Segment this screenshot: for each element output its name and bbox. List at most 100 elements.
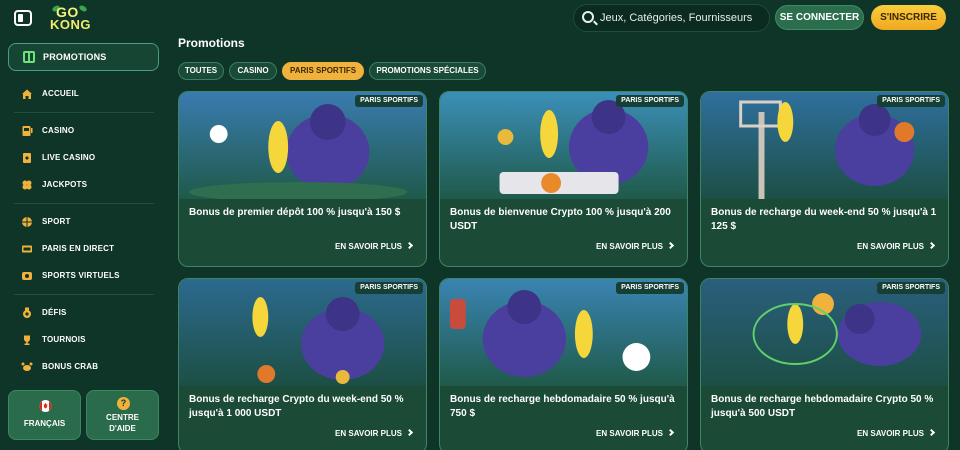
virtual-sports-icon bbox=[22, 272, 32, 280]
sidebar-item-label: SPORT bbox=[42, 217, 71, 226]
category-badge: PARIS SPORTIFS bbox=[877, 95, 945, 107]
promo-card[interactable]: PARIS SPORTIFS Bonus de premier dépôt 10… bbox=[178, 91, 427, 267]
help-icon: ? bbox=[117, 397, 130, 410]
sidebar-item-live-casino[interactable]: LIVE CASINO bbox=[0, 148, 168, 168]
help-label-line2: D'AIDE bbox=[109, 424, 136, 433]
search-icon bbox=[582, 11, 594, 23]
chevron-right-icon bbox=[666, 428, 675, 437]
leaf-icon bbox=[78, 4, 88, 13]
sidebar-item-label: PROMOTIONS bbox=[43, 52, 107, 62]
promo-banner-image bbox=[701, 279, 948, 386]
live-card-icon bbox=[23, 153, 31, 163]
category-badge: PARIS SPORTIFS bbox=[877, 282, 945, 294]
sidebar: PROMOTIONS ACCUEIL CASINO LIVE CASINO JA… bbox=[0, 36, 168, 450]
sidebar-item-tournois[interactable]: TOURNOIS bbox=[0, 330, 168, 350]
promo-banner-image bbox=[440, 92, 687, 199]
help-label-line1: CENTRE bbox=[106, 413, 139, 422]
canada-flag-icon bbox=[39, 400, 52, 412]
crab-icon bbox=[21, 362, 33, 371]
page-title: Promotions bbox=[178, 36, 245, 50]
medal-icon bbox=[23, 307, 31, 318]
trophy-icon bbox=[24, 335, 30, 345]
category-badge: PARIS SPORTIFS bbox=[616, 95, 684, 107]
sidebar-item-label: PARIS EN DIRECT bbox=[42, 244, 115, 253]
sidebar-toggle-icon[interactable] bbox=[14, 10, 32, 26]
promo-title: Bonus de recharge du week-end 50 % jusqu… bbox=[711, 207, 937, 232]
slot-machine-icon bbox=[22, 126, 33, 136]
promo-title: Bonus de recharge Crypto du week-end 50 … bbox=[189, 394, 404, 419]
sidebar-item-label: LIVE CASINO bbox=[42, 153, 96, 162]
category-badge: PARIS SPORTIFS bbox=[355, 95, 423, 107]
promo-card[interactable]: PARIS SPORTIFS Bonus de recharge du week… bbox=[700, 91, 949, 267]
sidebar-divider bbox=[14, 112, 154, 113]
category-badge: PARIS SPORTIFS bbox=[616, 282, 684, 294]
promo-card[interactable]: PARIS SPORTIFS Bonus de bienvenue Crypto… bbox=[439, 91, 688, 267]
sidebar-item-defis[interactable]: DÉFIS bbox=[0, 303, 168, 323]
chevron-right-icon bbox=[666, 241, 675, 250]
learn-more-link[interactable]: EN SAVOIR PLUS bbox=[335, 241, 414, 251]
promo-card[interactable]: PARIS SPORTIFS Bonus de recharge hebdoma… bbox=[439, 278, 688, 450]
learn-more-label: EN SAVOIR PLUS bbox=[857, 242, 924, 251]
sidebar-item-casino[interactable]: CASINO bbox=[0, 121, 168, 141]
gift-icon bbox=[23, 51, 35, 63]
live-tv-icon bbox=[22, 245, 32, 253]
gokong-logo[interactable]: GO KONG bbox=[46, 4, 92, 34]
chevron-right-icon bbox=[405, 241, 414, 250]
learn-more-link[interactable]: EN SAVOIR PLUS bbox=[857, 241, 936, 251]
learn-more-link[interactable]: EN SAVOIR PLUS bbox=[596, 428, 675, 438]
learn-more-label: EN SAVOIR PLUS bbox=[335, 242, 402, 251]
sidebar-item-accueil[interactable]: ACCUEIL bbox=[0, 84, 168, 104]
sidebar-item-label: DÉFIS bbox=[42, 308, 67, 317]
help-center-button[interactable]: ? CENTRE D'AIDE bbox=[86, 390, 159, 440]
sidebar-item-jackpots[interactable]: JACKPOTS bbox=[0, 175, 168, 195]
learn-more-label: EN SAVOIR PLUS bbox=[335, 429, 402, 438]
promo-title: Bonus de recharge hebdomadaire Crypto 50… bbox=[711, 394, 934, 419]
logo-text-bottom: KONG bbox=[50, 17, 91, 32]
sidebar-item-label: BONUS CRAB bbox=[42, 362, 99, 371]
sidebar-item-promotions[interactable]: PROMOTIONS bbox=[8, 43, 159, 71]
tab-paris-sportifs[interactable]: PARIS SPORTIFS bbox=[282, 62, 364, 80]
sidebar-item-bonus-crab[interactable]: BONUS CRAB bbox=[0, 357, 168, 377]
language-label: FRANÇAIS bbox=[23, 419, 66, 428]
promo-title: Bonus de premier dépôt 100 % jusqu'à 150… bbox=[189, 207, 401, 218]
promo-banner-image bbox=[440, 279, 687, 386]
promo-banner-image bbox=[179, 92, 426, 199]
top-header: GO KONG SE CONNECTER S'INSCRIRE bbox=[0, 0, 960, 36]
sidebar-divider bbox=[14, 203, 154, 204]
sidebar-item-paris-en-direct[interactable]: PARIS EN DIRECT bbox=[0, 239, 168, 259]
learn-more-link[interactable]: EN SAVOIR PLUS bbox=[857, 428, 936, 438]
clover-icon bbox=[22, 180, 32, 190]
search-input[interactable] bbox=[600, 8, 765, 28]
search-bar[interactable] bbox=[573, 4, 770, 32]
category-badge: PARIS SPORTIFS bbox=[355, 282, 423, 294]
language-button[interactable]: FRANÇAIS bbox=[8, 390, 81, 440]
chevron-right-icon bbox=[927, 241, 936, 250]
promo-card[interactable]: PARIS SPORTIFS Bonus de recharge hebdoma… bbox=[700, 278, 949, 450]
chevron-right-icon bbox=[927, 428, 936, 437]
learn-more-link[interactable]: EN SAVOIR PLUS bbox=[596, 241, 675, 251]
promo-card[interactable]: PARIS SPORTIFS Bonus de recharge Crypto … bbox=[178, 278, 427, 450]
sidebar-item-sport[interactable]: SPORT bbox=[0, 212, 168, 232]
sidebar-item-label: ACCUEIL bbox=[42, 89, 79, 98]
sidebar-divider bbox=[14, 294, 154, 295]
promo-banner-image bbox=[179, 279, 426, 386]
sidebar-item-label: JACKPOTS bbox=[42, 180, 88, 189]
promo-title: Bonus de bienvenue Crypto 100 % jusqu'à … bbox=[450, 207, 671, 232]
tab-casino[interactable]: CASINO bbox=[229, 62, 277, 80]
login-button[interactable]: SE CONNECTER bbox=[775, 5, 864, 30]
sidebar-item-label: SPORTS VIRTUELS bbox=[42, 271, 120, 280]
tab-toutes[interactable]: TOUTES bbox=[178, 62, 224, 80]
promo-title: Bonus de recharge hebdomadaire 50 % jusq… bbox=[450, 394, 675, 419]
learn-more-label: EN SAVOIR PLUS bbox=[596, 242, 663, 251]
promo-banner-image bbox=[701, 92, 948, 199]
home-icon bbox=[22, 89, 32, 99]
basketball-icon bbox=[22, 217, 32, 227]
learn-more-label: EN SAVOIR PLUS bbox=[596, 429, 663, 438]
sidebar-item-sports-virtuels[interactable]: SPORTS VIRTUELS bbox=[0, 266, 168, 286]
learn-more-label: EN SAVOIR PLUS bbox=[857, 429, 924, 438]
tab-promotions-speciales[interactable]: PROMOTIONS SPÉCIALES bbox=[369, 62, 486, 80]
learn-more-link[interactable]: EN SAVOIR PLUS bbox=[335, 428, 414, 438]
signup-button[interactable]: S'INSCRIRE bbox=[871, 5, 946, 30]
sidebar-item-label: TOURNOIS bbox=[42, 335, 86, 344]
sidebar-item-label: CASINO bbox=[42, 126, 75, 135]
